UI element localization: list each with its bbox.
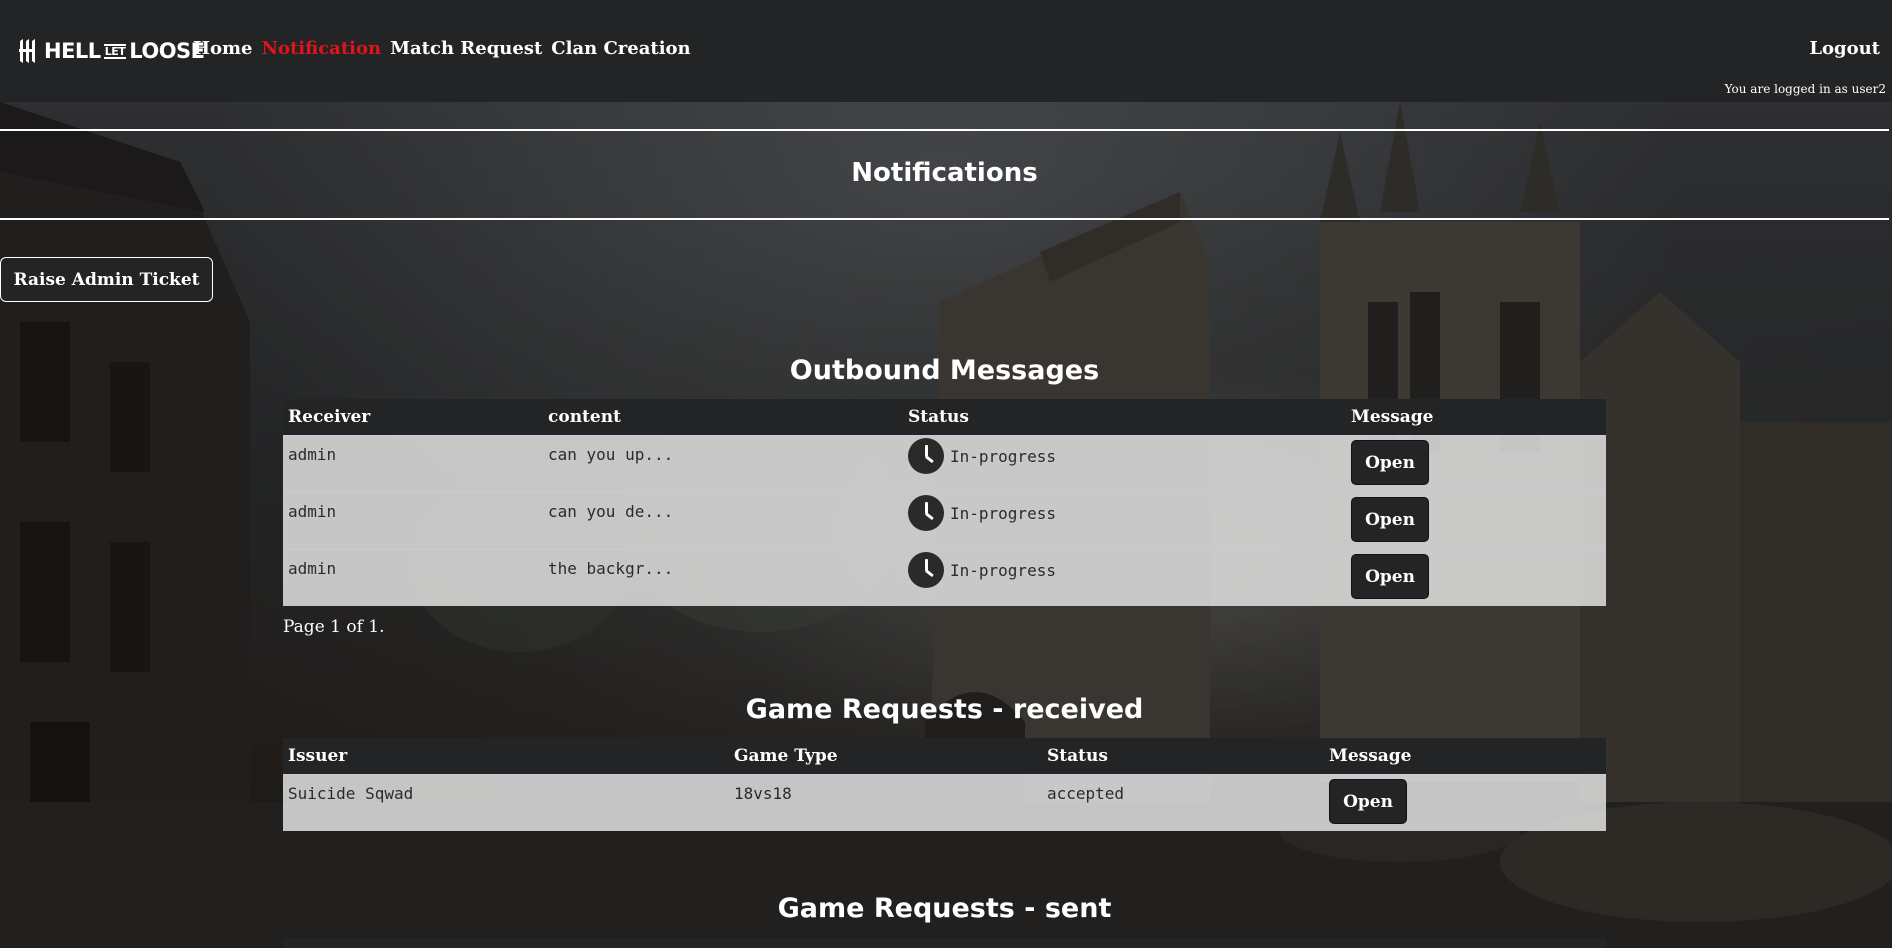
game-requests-received-title: Game Requests - received — [745, 694, 1144, 725]
game-type-value: 18vs18 — [734, 784, 792, 803]
receiver-cell: admin — [283, 435, 543, 493]
message-cell: Open — [1346, 435, 1606, 493]
game-type-cell: 18vs18 — [729, 774, 1042, 831]
table-header-row: Receiver content Status Message — [283, 399, 1606, 436]
logout-link[interactable]: Logout — [1809, 38, 1880, 59]
table-row: admin can you de... In-progress Open — [283, 492, 1606, 550]
status-value: In-progress — [950, 503, 1056, 523]
receiver-value: admin — [288, 502, 337, 521]
hll-logo-mark-icon — [19, 39, 35, 63]
nav-links: Home Notification Match Request Clan Cre… — [193, 38, 691, 59]
outbound-messages-table: Receiver content Status Message admin ca… — [283, 399, 1606, 606]
nav-match-request[interactable]: Match Request — [390, 38, 542, 59]
status-value: accepted — [1047, 784, 1125, 803]
status-cell: In-progress — [903, 549, 1346, 606]
top-navbar: HELL LET LOOSE Home Notification Match R… — [0, 0, 1892, 102]
issuer-value: Suicide Sqwad — [288, 784, 414, 803]
page-title: Notifications — [851, 158, 1038, 188]
raise-admin-ticket-button[interactable]: Raise Admin Ticket — [0, 257, 213, 302]
content-value: can you up... — [548, 445, 674, 464]
clock-icon — [908, 495, 944, 531]
status-cell: accepted — [1042, 774, 1324, 831]
nav-home[interactable]: Home — [193, 38, 253, 59]
logged-in-status: You are logged in as user2 — [1724, 82, 1886, 96]
table-row: admin can you up... In-progress Open — [283, 435, 1606, 493]
receiver-value: admin — [288, 559, 337, 578]
column-header-message: Message — [1346, 399, 1606, 436]
column-header-message: Message — [1324, 738, 1606, 775]
column-header-status: Status — [1042, 738, 1324, 775]
table-row: admin the backgr... In-progress Open — [283, 549, 1606, 606]
content-value: the backgr... — [548, 559, 674, 578]
issuer-cell: Suicide Sqwad — [283, 774, 729, 831]
clock-icon — [908, 438, 944, 474]
status-value: In-progress — [950, 446, 1056, 466]
logo-text-hell: HELL — [44, 39, 101, 63]
message-cell: Open — [1324, 774, 1606, 831]
clock-icon — [908, 552, 944, 588]
open-message-button[interactable]: Open — [1351, 497, 1429, 542]
game-requests-sent-table-header — [283, 938, 1606, 948]
outbound-messages-title: Outbound Messages — [789, 355, 1100, 386]
pagination-text: Page 1 of 1. — [283, 617, 385, 637]
logo-text-let: LET — [103, 43, 127, 59]
content-cell: the backgr... — [543, 549, 903, 606]
status-value: In-progress — [950, 560, 1056, 580]
content-cell: can you up... — [543, 435, 903, 493]
content-value: can you de... — [548, 502, 674, 521]
nav-clan-creation[interactable]: Clan Creation — [551, 38, 690, 59]
open-message-button[interactable]: Open — [1351, 554, 1429, 599]
table-row: Suicide Sqwad 18vs18 accepted Open — [283, 774, 1606, 831]
divider-bottom — [0, 218, 1889, 220]
game-requests-received-table: Issuer Game Type Status Message Suicide … — [283, 738, 1606, 831]
open-message-button[interactable]: Open — [1351, 440, 1429, 485]
table-header-row: Issuer Game Type Status Message — [283, 738, 1606, 775]
column-header-status: Status — [903, 399, 1346, 436]
column-header-content: content — [543, 399, 903, 436]
message-cell: Open — [1346, 549, 1606, 606]
status-cell: In-progress — [903, 435, 1346, 493]
open-request-button[interactable]: Open — [1329, 779, 1407, 824]
receiver-value: admin — [288, 445, 337, 464]
message-cell: Open — [1346, 492, 1606, 550]
column-header-issuer: Issuer — [283, 738, 729, 775]
nav-notification[interactable]: Notification — [262, 38, 382, 59]
receiver-cell: admin — [283, 492, 543, 550]
status-cell: In-progress — [903, 492, 1346, 550]
receiver-cell: admin — [283, 549, 543, 606]
column-header-receiver: Receiver — [283, 399, 543, 436]
site-logo[interactable]: HELL LET LOOSE — [18, 36, 205, 66]
divider-top — [0, 129, 1889, 131]
content-cell: can you de... — [543, 492, 903, 550]
column-header-game-type: Game Type — [729, 738, 1042, 775]
game-requests-sent-title: Game Requests - sent — [777, 893, 1112, 924]
